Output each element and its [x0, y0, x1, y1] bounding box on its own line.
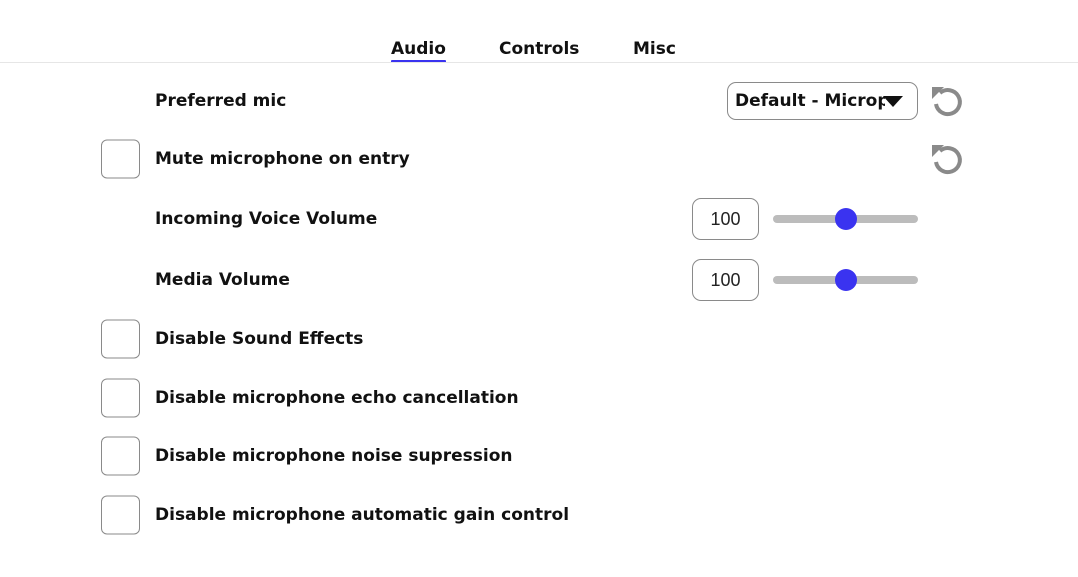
slider-thumb[interactable]	[834, 269, 857, 291]
media-volume-input[interactable]: 100	[692, 259, 759, 301]
disable-auto-gain-checkbox[interactable]	[101, 495, 140, 535]
media-volume-label: Media Volume	[155, 270, 290, 290]
tabs-divider	[0, 62, 1078, 63]
tab-audio[interactable]: Audio	[391, 38, 446, 63]
incoming-voice-volume-slider[interactable]	[773, 208, 918, 230]
reset-icon[interactable]	[929, 83, 965, 119]
triangle-down-icon	[883, 96, 903, 107]
slider-thumb[interactable]	[834, 208, 857, 230]
reset-icon[interactable]	[929, 141, 965, 177]
tab-controls[interactable]: Controls	[499, 38, 579, 60]
incoming-voice-volume-input[interactable]: 100	[692, 198, 759, 240]
incoming-voice-volume-label: Incoming Voice Volume	[155, 209, 378, 229]
preferred-mic-select[interactable]: Default - Microphone	[727, 82, 918, 120]
disable-noise-suppression-label: Disable microphone noise supression	[155, 446, 513, 466]
disable-echo-cancellation-checkbox[interactable]	[101, 378, 140, 418]
disable-echo-cancellation-label: Disable microphone echo cancellation	[155, 388, 519, 408]
settings-tabs: Audio Controls Misc	[0, 38, 1078, 63]
media-volume-slider[interactable]	[773, 269, 918, 291]
preferred-mic-label: Preferred mic	[155, 91, 287, 111]
mute-on-entry-label: Mute microphone on entry	[155, 149, 410, 169]
mute-on-entry-checkbox[interactable]	[101, 139, 140, 179]
disable-sound-effects-checkbox[interactable]	[101, 319, 140, 359]
preferred-mic-value: Default - Microphone	[735, 91, 885, 111]
disable-noise-suppression-checkbox[interactable]	[101, 436, 140, 476]
disable-sound-effects-label: Disable Sound Effects	[155, 329, 364, 349]
tab-misc[interactable]: Misc	[633, 38, 676, 60]
disable-auto-gain-label: Disable microphone automatic gain contro…	[155, 505, 570, 525]
